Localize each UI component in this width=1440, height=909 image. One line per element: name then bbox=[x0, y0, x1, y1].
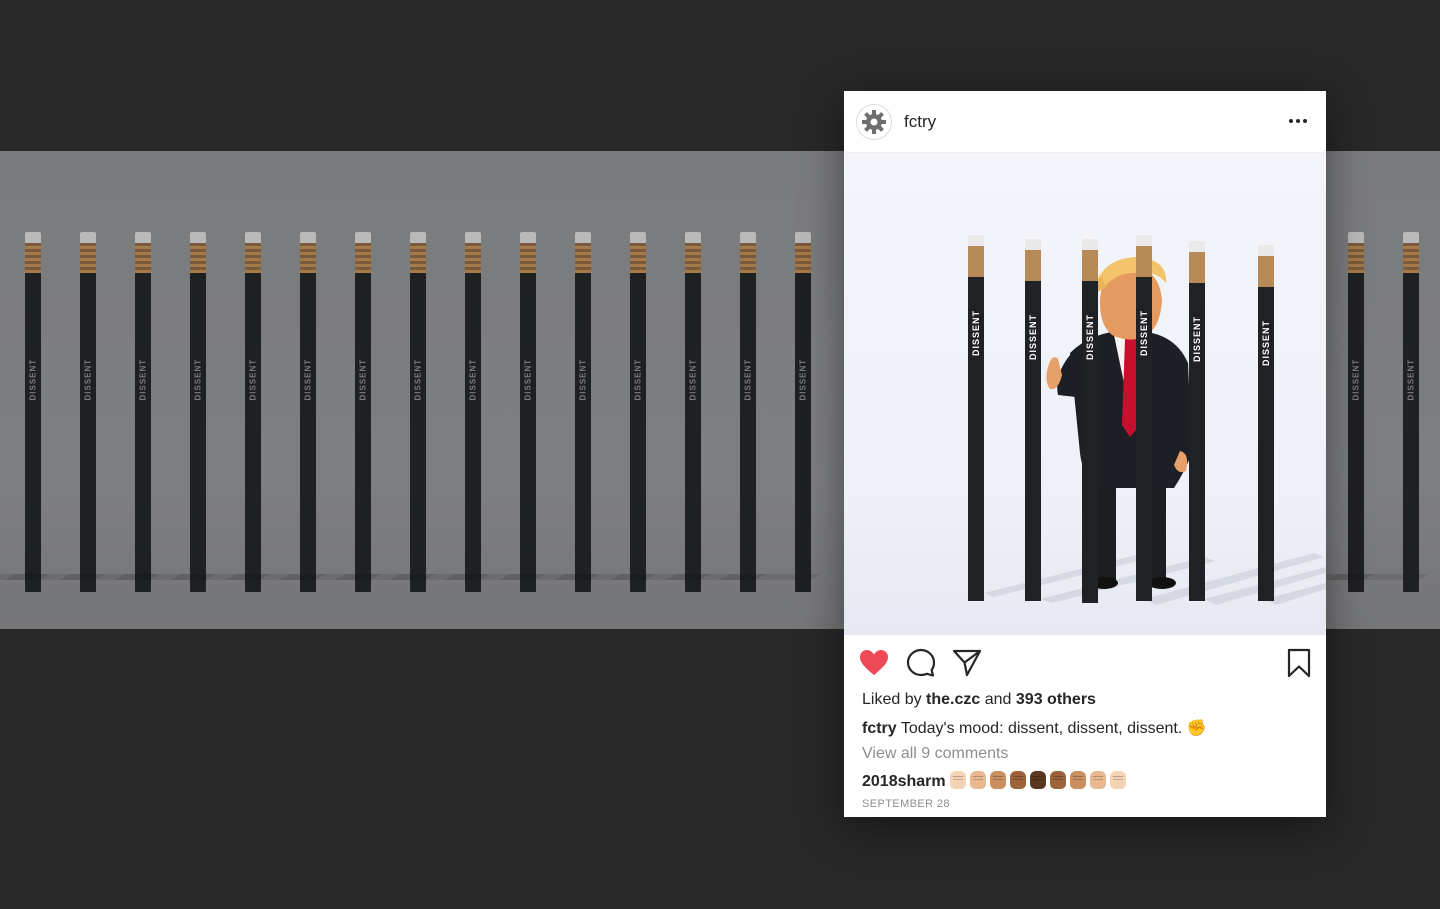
more-options-button[interactable] bbox=[1284, 109, 1312, 133]
comment-bubble-icon bbox=[906, 648, 936, 677]
post-header: fctry bbox=[844, 91, 1326, 153]
raised-fist-emoji bbox=[949, 771, 966, 789]
like-button[interactable] bbox=[858, 647, 890, 679]
background-pencil: DISSENT bbox=[389, 232, 491, 592]
more-dots-icon bbox=[1289, 119, 1307, 123]
comment-username-link[interactable]: 2018sharm bbox=[862, 773, 946, 790]
save-button[interactable] bbox=[1283, 647, 1315, 679]
background-pencil: DISSENT bbox=[279, 232, 381, 592]
liked-by-others-link[interactable]: 393 others bbox=[1016, 691, 1096, 708]
pencil-label: DISSENT bbox=[1028, 314, 1038, 360]
comment-button[interactable] bbox=[905, 647, 937, 679]
post-username[interactable]: fctry bbox=[904, 112, 936, 132]
photo-pencil: DISSENT bbox=[1136, 235, 1152, 601]
post-photo[interactable]: DISSENT DISSENT DISSENT DISSENT DISSENT DISSE… bbox=[844, 153, 1326, 635]
raised-fist-emoji bbox=[989, 771, 1006, 789]
post-caption: fctry Today's mood: dissent, dissent, di… bbox=[862, 718, 1207, 738]
liked-by-prefix: Liked by bbox=[862, 691, 922, 708]
photo-pencil: DISSENT bbox=[968, 235, 984, 601]
background-pencil: DISSENT bbox=[4, 232, 106, 592]
background-pencil: DISSENT bbox=[114, 232, 216, 592]
pencil-label: DISSENT bbox=[578, 358, 588, 401]
paper-plane-icon bbox=[952, 649, 982, 677]
pencil-label: DISSENT bbox=[1085, 314, 1095, 360]
post-date: SEPTEMBER 28 bbox=[862, 798, 950, 810]
post-actions bbox=[844, 647, 1326, 679]
photo-pencil: DISSENT bbox=[1082, 239, 1098, 603]
background-pencil: DISSENT bbox=[554, 232, 656, 592]
photo-pencil: DISSENT bbox=[1258, 245, 1274, 601]
background-pencil: DISSENT bbox=[1272, 232, 1374, 592]
pencil-label: DISSENT bbox=[193, 358, 203, 401]
bookmark-icon bbox=[1287, 648, 1311, 678]
pencil-label: DISSENT bbox=[971, 310, 981, 356]
pencil-label: DISSENT bbox=[1192, 316, 1202, 362]
pencil-label: DISSENT bbox=[523, 358, 533, 401]
background-pencil: DISSENT bbox=[169, 232, 271, 592]
raised-fist-emoji: ✊ bbox=[1186, 720, 1207, 737]
raised-fist-emoji bbox=[1049, 771, 1066, 789]
pencil-label: DISSENT bbox=[1261, 320, 1271, 366]
figurine bbox=[1046, 257, 1192, 589]
background-pencil: DISSENT bbox=[719, 232, 821, 592]
background-pencil: DISSENT bbox=[444, 232, 546, 592]
raised-fist-emoji bbox=[1009, 771, 1026, 789]
raised-fist-emoji bbox=[1089, 771, 1106, 789]
background-pencil: DISSENT bbox=[0, 232, 51, 592]
pencil-label: DISSENT bbox=[138, 358, 148, 401]
pencil-label: DISSENT bbox=[688, 358, 698, 401]
gear-icon bbox=[862, 110, 886, 134]
view-all-comments-link[interactable]: View all 9 comments bbox=[862, 745, 1008, 763]
liked-by-user-link[interactable]: the.czc bbox=[926, 691, 980, 708]
instagram-post-card: fctry DISSENT DISSENT DISSENT DISSENT DI… bbox=[844, 91, 1326, 817]
pencil-label: DISSENT bbox=[83, 358, 93, 401]
pencil-label: DISSENT bbox=[633, 358, 643, 401]
share-button[interactable] bbox=[951, 647, 983, 679]
liked-by-and: and bbox=[984, 691, 1012, 708]
post-photo-illustration: DISSENT DISSENT DISSENT DISSENT DISSENT DISSE… bbox=[968, 235, 1326, 605]
background-pencil: DISSENT bbox=[499, 232, 601, 592]
heart-icon bbox=[860, 650, 888, 675]
pencil-label: DISSENT bbox=[1139, 310, 1149, 356]
background-pencil: DISSENT bbox=[334, 232, 436, 592]
pencil-label: DISSENT bbox=[248, 358, 258, 401]
raised-fist-emoji bbox=[1069, 771, 1086, 789]
pencil-label: DISSENT bbox=[1351, 358, 1361, 401]
pencil-label: DISSENT bbox=[303, 358, 313, 401]
background-pencil: DISSENT bbox=[59, 232, 161, 592]
raised-fist-emoji bbox=[969, 771, 986, 789]
comment-emoji-fists bbox=[946, 771, 1126, 790]
raised-fist-emoji bbox=[1109, 771, 1126, 789]
avatar[interactable] bbox=[856, 104, 892, 140]
pencil-label: DISSENT bbox=[468, 358, 478, 401]
caption-text: Today's mood: dissent, dissent, dissent. bbox=[900, 720, 1183, 737]
likes-summary: Liked by the.czc and 393 others bbox=[862, 691, 1096, 709]
background-pencil: DISSENT bbox=[609, 232, 711, 592]
background-pencil: DISSENT bbox=[224, 232, 326, 592]
pencil-label: DISSENT bbox=[358, 358, 368, 401]
pencil-label: DISSENT bbox=[798, 358, 808, 401]
background-pencil: DISSENT bbox=[664, 232, 766, 592]
pencil-label: DISSENT bbox=[413, 358, 423, 401]
comment-row: 2018sharm bbox=[862, 771, 1126, 791]
background-pencil: DISSENT bbox=[1327, 232, 1429, 592]
raised-fist-emoji bbox=[1029, 771, 1046, 789]
pencil-label: DISSENT bbox=[1406, 358, 1416, 401]
photo-pencil: DISSENT bbox=[1025, 239, 1041, 601]
pencil-label: DISSENT bbox=[28, 358, 38, 401]
pencil-label: DISSENT bbox=[743, 358, 753, 401]
photo-pencil: DISSENT bbox=[1189, 241, 1205, 601]
caption-username-link[interactable]: fctry bbox=[862, 720, 897, 737]
